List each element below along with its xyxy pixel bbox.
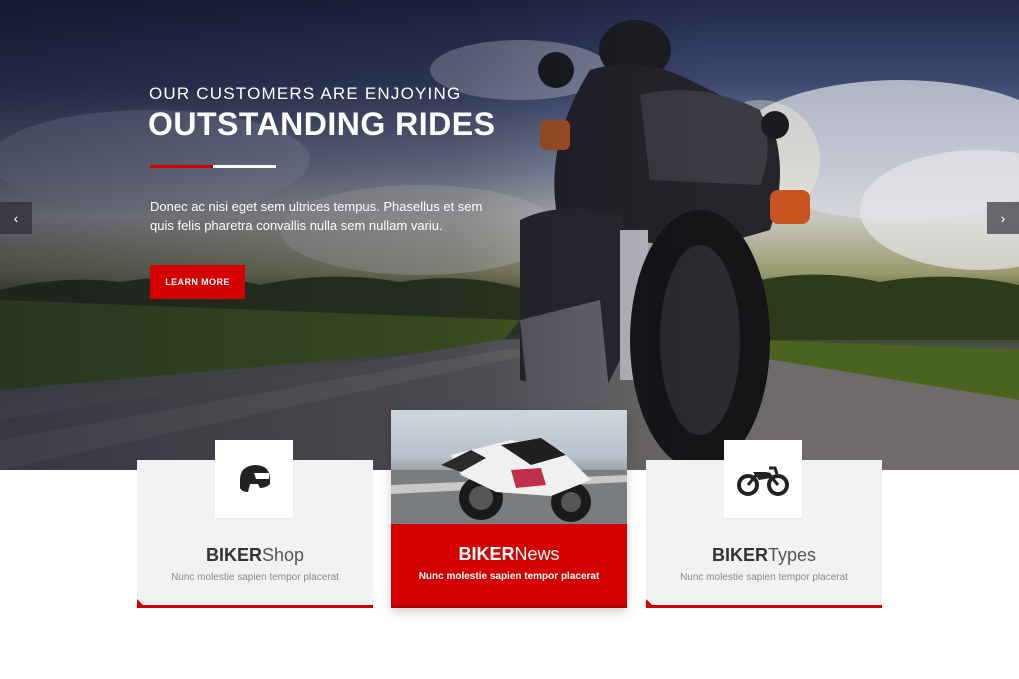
feature-card-shop[interactable]: BIKERShop Nunc molestie sapien tempor pl…: [137, 440, 373, 608]
hero-divider: [150, 165, 276, 168]
feature-card-news[interactable]: BIKERNews Nunc molestie sapien tempor pl…: [391, 410, 627, 608]
chevron-left-icon: ‹: [13, 210, 19, 226]
card-corner: [646, 599, 655, 608]
helmet-icon: [240, 465, 270, 492]
hero-slider: OUR CUSTOMERS ARE ENJOYING OUTSTANDING R…: [0, 0, 1019, 470]
card-corner: [137, 599, 146, 608]
card-description: Nunc molestie sapien tempor placerat: [171, 572, 339, 583]
slider-next-button[interactable]: ›: [987, 202, 1019, 234]
card-description: Nunc molestie sapien tempor placerat: [418, 571, 600, 582]
card-title: BIKERTypes: [711, 545, 817, 565]
motorcycle-photo: [391, 410, 627, 524]
card-icon-box: [215, 440, 293, 518]
card-description: Nunc molestie sapien tempor placerat: [680, 572, 848, 583]
hero-description: Donec ac nisi eget sem ultrices tempus. …: [150, 199, 483, 233]
motorcycle-icon: [737, 466, 789, 496]
learn-more-button[interactable]: LEARN MORE: [150, 265, 245, 299]
sport-bike-image: [391, 438, 627, 524]
hero-overlay: [0, 0, 1019, 470]
card-title: BIKERNews: [458, 544, 560, 564]
feature-card-types[interactable]: BIKERTypes Nunc molestie sapien tempor p…: [646, 440, 882, 608]
divider-white: [213, 165, 276, 168]
card-title: BIKERShop: [205, 545, 305, 565]
slider-prev-button[interactable]: ‹: [0, 202, 32, 234]
hero-subtitle: OUR CUSTOMERS ARE ENJOYING: [149, 84, 462, 103]
chevron-right-icon: ›: [1000, 210, 1006, 226]
divider-red: [150, 165, 213, 168]
card-icon-box: [724, 440, 802, 518]
hero-title: OUTSTANDING RIDES: [148, 106, 496, 142]
